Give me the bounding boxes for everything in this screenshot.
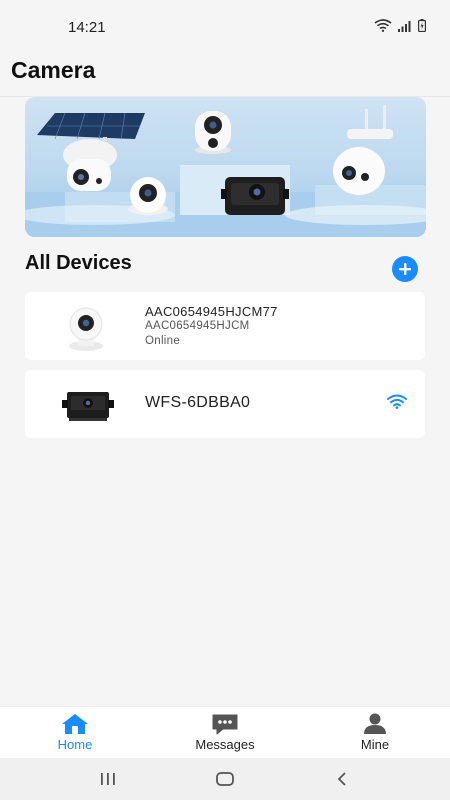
promo-banner[interactable] [25,97,426,237]
recent-apps-icon [101,773,115,785]
indoor-camera-thumbnail [69,307,103,351]
signal-icon [398,20,411,32]
chat-icon [212,714,238,735]
nav-home[interactable]: Home [20,707,130,759]
system-home-button[interactable] [205,768,245,790]
status-bar: 14:21 [0,0,450,50]
nav-messages-label: Messages [195,737,255,752]
system-home-icon [216,772,234,786]
device-card[interactable]: AAC0654945HJCM77 AAC0654945HJCM Online [25,292,425,360]
status-time: 14:21 [68,19,106,36]
status-icons [374,19,426,32]
wifi-connected-icon [387,394,407,409]
device-id: AAC0654945HJCM [145,320,250,332]
device-name: AAC0654945HJCM77 [145,304,278,319]
dashcam-thumbnail [62,392,114,421]
section-title-all-devices: All Devices [25,252,132,274]
page-title: Camera [11,57,96,83]
back-button[interactable] [322,768,362,790]
bottom-nav: Home Messages Mine [0,706,450,758]
back-chevron-icon [337,772,346,786]
nav-messages[interactable]: Messages [170,707,280,759]
wifi-status-icon [374,19,392,32]
recent-apps-button[interactable] [88,768,128,790]
nav-mine-label: Mine [360,737,390,752]
device-name: WFS-6DBBA0 [145,394,251,411]
system-nav-bar [0,758,450,800]
nav-home-label: Home [57,737,93,752]
home-icon [62,714,88,734]
battery-icon [418,19,426,32]
plus-icon [399,263,411,275]
person-icon [364,713,386,734]
add-device-button[interactable] [392,256,418,282]
device-status: Online [145,335,181,347]
device-card[interactable]: WFS-6DBBA0 [25,370,425,438]
nav-mine[interactable]: Mine [320,707,430,759]
banner-cameras-image [25,105,426,237]
